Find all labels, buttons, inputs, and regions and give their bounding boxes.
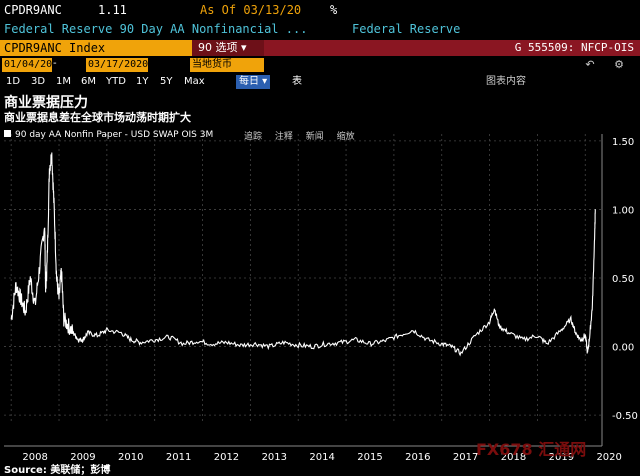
range-1m[interactable]: 1M <box>56 74 71 90</box>
x-tick-label: 2012 <box>214 452 239 463</box>
chart-tools: 追踪 注释 新闻 缩放 <box>244 129 365 142</box>
legend-swatch <box>4 130 11 137</box>
x-tick-label: 2020 <box>596 452 621 463</box>
as-of-date: As Of 03/13/20 <box>200 3 302 17</box>
range-max[interactable]: Max <box>184 74 205 90</box>
x-tick-label: 2011 <box>166 452 191 463</box>
ticker-value: 1.11 <box>98 3 127 17</box>
y-tick-label: 0.50 <box>612 274 634 285</box>
y-tick-label: 0.00 <box>612 343 634 354</box>
y-tick-label: -0.50 <box>612 411 638 422</box>
range-ytd[interactable]: YTD <box>106 74 126 90</box>
nav-icons[interactable]: ↶ ⚙ <box>585 58 632 71</box>
frequency-select[interactable]: 每日 ▾ <box>236 75 270 89</box>
news-tool[interactable]: 新闻 <box>306 132 324 142</box>
series-line <box>10 152 596 357</box>
command-input[interactable]: CPDR9ANC Index <box>0 40 192 56</box>
security-description: Federal Reserve 90 Day AA Nonfinancial .… <box>4 22 308 36</box>
date-range-bar: 01/04/2008 - 03/17/2020 当地货币 ↶ ⚙ <box>0 58 640 73</box>
chart-legend: 90 day AA Nonfin Paper - USD SWAP OIS 3M <box>4 130 213 140</box>
range-6m[interactable]: 6M <box>81 74 96 90</box>
x-tick-label: 2017 <box>453 452 478 463</box>
chart-subtitle: 商业票据息差在全球市场动荡时期扩大 <box>4 111 191 124</box>
chart-content-button[interactable]: 图表内容 <box>486 74 526 90</box>
x-tick-label: 2015 <box>357 452 382 463</box>
track-tool[interactable]: 追踪 <box>244 132 262 142</box>
date-separator: - <box>53 58 57 69</box>
legend-label: 90 day AA Nonfin Paper - USD SWAP OIS 3M <box>15 130 214 140</box>
unit-label: % <box>330 3 338 17</box>
x-tick-label: 2014 <box>309 452 334 463</box>
y-tick-label: 1.50 <box>612 137 634 148</box>
x-tick-label: 2013 <box>262 452 287 463</box>
line-chart[interactable]: 1.501.000.500.00-0.502008 2009 2010 2011 201… <box>0 126 640 476</box>
toolbar: 1D 3D 1M 6M YTD 1Y 5Y Max 每日 ▾ 表 图表内容 <box>0 74 640 90</box>
ticker-header: CPDR9ANC 1.11 As Of 03/13/20 % <box>0 0 640 20</box>
range-5y[interactable]: 5Y <box>160 74 172 90</box>
range-1y[interactable]: 1Y <box>136 74 148 90</box>
command-bar: CPDR9ANC Index 90 选项 ▾ G 555509: NFCP-OI… <box>0 40 640 56</box>
range-1d[interactable]: 1D <box>6 74 20 90</box>
function-bar: G 555509: NFCP-OIS <box>264 40 640 56</box>
end-date-input[interactable]: 03/17/2020 <box>86 58 148 72</box>
function-code: G 555509: NFCP-OIS <box>514 41 634 54</box>
watermark-logo: FX678 汇通网 <box>476 440 587 459</box>
x-tick-label: 2016 <box>405 452 430 463</box>
zoom-tool[interactable]: 缩放 <box>337 132 355 142</box>
x-tick-label: 2010 <box>118 452 143 463</box>
start-date-input[interactable]: 01/04/2008 <box>2 58 64 72</box>
data-source: Federal Reserve <box>352 22 461 36</box>
currency-select[interactable]: 当地货币 <box>190 58 264 72</box>
annotate-tool[interactable]: 注释 <box>275 132 293 142</box>
options-dropdown[interactable]: 90 选项 ▾ <box>192 40 264 56</box>
subheader: Federal Reserve 90 Day AA Nonfinancial .… <box>0 21 640 39</box>
source-note: Source: 美联储；彭博 <box>4 465 111 476</box>
y-tick-label: 1.00 <box>612 205 634 216</box>
ticker-symbol: CPDR9ANC <box>4 3 62 17</box>
table-button[interactable]: 表 <box>292 74 302 90</box>
range-3d[interactable]: 3D <box>31 74 45 90</box>
